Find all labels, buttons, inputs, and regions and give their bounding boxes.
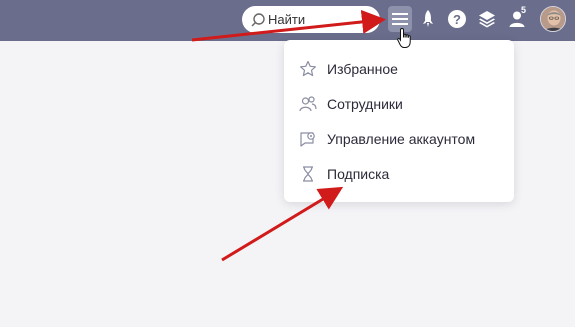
layers-icon[interactable]	[477, 9, 497, 29]
people-icon	[299, 95, 317, 111]
rocket-icon[interactable]	[418, 9, 438, 29]
avatar-photo	[541, 7, 565, 31]
search-label: Найти	[268, 12, 306, 27]
menu-item-label: Управление аккаунтом	[327, 130, 476, 147]
help-icon[interactable]: ?	[447, 9, 467, 29]
menu-item-label: Сотрудники	[327, 95, 403, 112]
menu-item-label: Избранное	[327, 60, 398, 77]
main-menu-dropdown: Избранное Сотрудники Управление аккаунто…	[284, 40, 514, 202]
svg-text:?: ?	[453, 12, 461, 27]
top-navigation-bar: Найти ? 5	[0, 0, 575, 41]
menu-item-subscription[interactable]: Подписка	[284, 156, 514, 191]
notification-badge: 5	[521, 5, 527, 15]
hand-pointer-cursor-icon	[397, 27, 411, 48]
star-icon	[300, 60, 316, 76]
avatar[interactable]	[540, 6, 566, 32]
hourglass-icon	[303, 165, 313, 182]
menu-item-favorites[interactable]: Избранное	[284, 51, 514, 86]
pin-icon[interactable]	[356, 11, 372, 27]
menu-item-account-management[interactable]: Управление аккаунтом	[284, 121, 514, 156]
account-settings-icon	[300, 131, 315, 147]
search-box[interactable]: Найти	[242, 6, 380, 33]
menu-item-label: Подписка	[327, 165, 390, 182]
menu-item-employees[interactable]: Сотрудники	[284, 86, 514, 121]
search-icon	[251, 12, 265, 26]
hamburger-menu-icon	[392, 13, 408, 25]
